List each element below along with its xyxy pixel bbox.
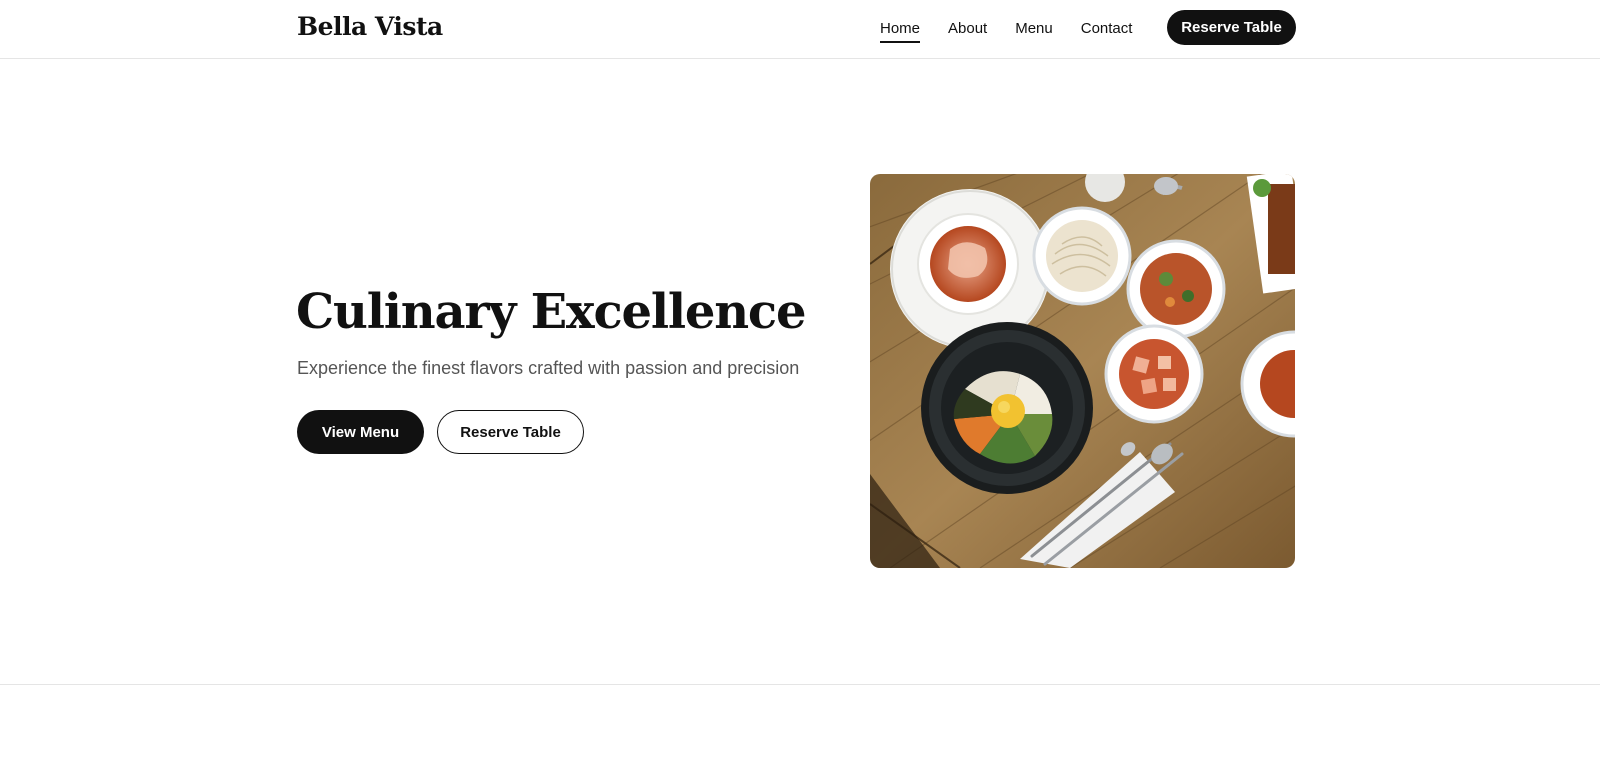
reserve-table-nav-button[interactable]: Reserve Table <box>1167 10 1296 45</box>
reserve-table-button[interactable]: Reserve Table <box>437 410 584 454</box>
hero-subtitle: Experience the finest flavors crafted wi… <box>297 358 800 378</box>
navbar: Bella Vista Home About Menu Contact Rese… <box>0 0 1600 59</box>
nav-link-contact[interactable]: Contact <box>1081 16 1133 41</box>
nav-link-menu[interactable]: Menu <box>1015 16 1053 41</box>
hero-title: Culinary Excellence <box>296 284 807 340</box>
nav-link-home[interactable]: Home <box>880 16 921 43</box>
section-divider <box>0 684 1600 685</box>
food-photo-illustration <box>870 174 1295 568</box>
nav-links: Home About Menu Contact <box>880 0 1160 56</box>
view-menu-button[interactable]: View Menu <box>297 410 424 454</box>
nav-link-about[interactable]: About <box>948 16 987 41</box>
brand-logo[interactable]: Bella Vista <box>297 12 443 41</box>
hero-food-image <box>870 174 1295 568</box>
